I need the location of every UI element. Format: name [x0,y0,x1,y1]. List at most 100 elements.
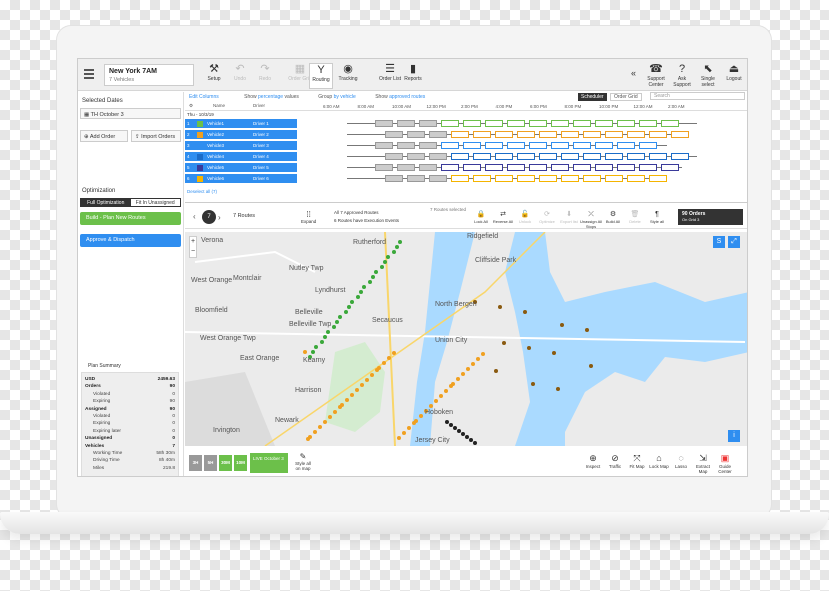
stop-block[interactable] [529,120,547,127]
map-tool-lock-map[interactable]: ⌂ Lock Map [649,452,669,469]
route-action-button[interactable]: 🗑 Delete [624,210,646,224]
route-action-button[interactable]: ¶ Style all [646,210,668,224]
stop-block[interactable] [639,142,657,149]
stop-block[interactable] [595,120,613,127]
stop-marker[interactable] [556,387,560,391]
stop-marker[interactable] [523,310,527,314]
stop-marker[interactable] [347,305,351,309]
group-toggle[interactable]: by vehicle [334,94,356,100]
route-action-button[interactable]: ⬇ Export list [558,210,580,224]
toolbar-logout-button[interactable]: ⏏ Logout [722,63,746,82]
stop-block[interactable] [507,142,525,149]
stop-marker[interactable] [356,295,360,299]
stop-block[interactable] [397,120,415,127]
stop-block[interactable] [649,131,667,138]
stop-marker[interactable] [456,377,460,381]
name-column-header[interactable]: Name [213,103,225,108]
stop-block[interactable] [639,120,657,127]
stop-marker[interactable] [398,240,402,244]
add-order-button[interactable]: ⊕ Add Order [80,130,128,142]
stop-block[interactable] [539,131,557,138]
stop-marker[interactable] [449,423,453,427]
stop-block[interactable] [407,153,425,160]
stop-block[interactable] [463,164,481,171]
stop-marker[interactable] [320,340,324,344]
percentage-toggle[interactable]: percentage [258,94,283,100]
stop-marker[interactable] [335,320,339,324]
zoom-out-button[interactable]: − [191,248,195,255]
stop-block[interactable] [495,131,513,138]
stop-block[interactable] [473,153,491,160]
info-icon[interactable]: i [728,430,740,442]
toolbar-routing-button[interactable]: Y Routing [309,63,333,89]
stop-block[interactable] [661,164,679,171]
map-view[interactable]: Verona Rutherford Ridgefield West Orange Mon… [185,232,747,446]
stop-block[interactable] [441,142,459,149]
stop-block[interactable] [407,131,425,138]
stop-block[interactable] [551,164,569,171]
chevron-right-icon[interactable]: › [218,213,221,222]
stop-marker[interactable] [355,388,359,392]
stop-marker[interactable] [360,383,364,387]
stop-block[interactable] [573,164,591,171]
orders-badge[interactable]: 90 Orders On Grid 3 [678,209,743,225]
stop-block[interactable] [441,164,459,171]
stop-marker[interactable] [445,420,449,424]
stop-marker[interactable] [461,432,465,436]
route-action-button[interactable]: ⟳ Optimize [536,210,558,224]
toolbar-redo-button[interactable]: ↷ Redo [253,63,277,82]
stop-marker[interactable] [328,415,332,419]
stop-marker[interactable] [494,369,498,373]
stop-marker[interactable] [531,382,535,386]
stop-block[interactable] [671,131,689,138]
stop-marker[interactable] [457,429,461,433]
stop-marker[interactable] [429,404,433,408]
time-range-button[interactable]: 30M [219,455,232,471]
stop-block[interactable] [385,153,403,160]
toolbar-support-center-button[interactable]: ☎ Support Center [644,63,668,88]
stop-marker[interactable] [344,310,348,314]
stop-marker[interactable] [318,425,322,429]
stop-block[interactable] [397,164,415,171]
stop-block[interactable] [605,153,623,160]
search-input[interactable]: Search [650,92,745,100]
time-range-button[interactable]: 10M [234,455,247,471]
stop-block[interactable] [627,175,645,182]
vehicle-row[interactable]: 4 Vehicle4 Driver 4 [185,152,747,162]
stop-marker[interactable] [370,373,374,377]
stop-marker[interactable] [387,356,391,360]
stop-marker[interactable] [439,394,443,398]
vehicle-row[interactable]: 5 Vehicle5 Driver 5 [185,163,747,173]
stop-block[interactable] [617,164,635,171]
driver-column-header[interactable]: Driver [253,103,265,108]
expand-button[interactable]: ⁞⁞ Expand [301,210,316,224]
stop-block[interactable] [419,164,437,171]
stop-marker[interactable] [362,285,366,289]
stop-marker[interactable] [392,250,396,254]
stop-block[interactable] [561,153,579,160]
stop-block[interactable] [539,153,557,160]
stop-marker[interactable] [326,330,330,334]
fit-unassigned-tab[interactable]: Fit In Unassigned [131,199,181,206]
toolbar-reports-button[interactable]: ▮ Reports [401,63,425,82]
stop-marker[interactable] [402,431,406,435]
vehicle-row[interactable]: 3 Vehicle3 Driver 3 [185,141,747,151]
stop-marker[interactable] [471,362,475,366]
stop-marker[interactable] [303,350,307,354]
stop-marker[interactable] [338,315,342,319]
stop-block[interactable] [639,164,657,171]
stop-marker[interactable] [386,255,390,259]
stop-block[interactable] [517,131,535,138]
stop-marker[interactable] [407,426,411,430]
vehicle-row[interactable]: 2 Vehicle2 Driver 2 [185,130,747,140]
stop-marker[interactable] [333,410,337,414]
stop-marker[interactable] [350,393,354,397]
map-tool-traffic[interactable]: ⊘ Traffic [605,452,625,469]
stop-block[interactable] [385,175,403,182]
stop-marker[interactable] [380,265,384,269]
stop-marker[interactable] [449,384,453,388]
stop-block[interactable] [419,120,437,127]
stop-block[interactable] [429,131,447,138]
stop-marker[interactable] [375,368,379,372]
toolbar-order-list-button[interactable]: ☰ Order List [378,63,402,82]
